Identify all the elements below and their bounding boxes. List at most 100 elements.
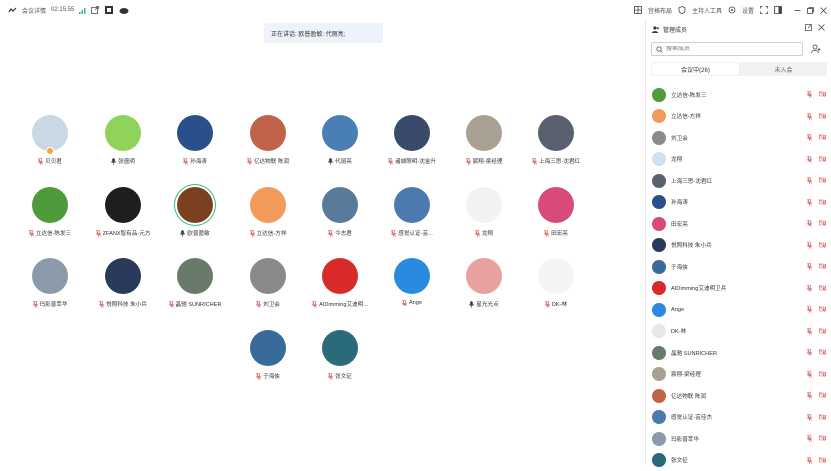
meeting-info-icon[interactable] — [8, 7, 17, 14]
minimize-icon[interactable] — [794, 7, 801, 14]
participant-tile[interactable]: 感觉认证-芸... — [373, 187, 451, 237]
member-list-item[interactable]: 亿达物联 陈润 — [646, 385, 831, 407]
camera-off-icon[interactable] — [819, 349, 826, 357]
mic-muted-icon[interactable] — [807, 349, 812, 358]
close-panel-icon[interactable] — [818, 24, 825, 31]
mic-muted-icon[interactable] — [807, 328, 812, 337]
participant-tile[interactable]: 于海侠 — [229, 330, 307, 380]
member-list-item[interactable]: 玛影普萃华 — [646, 428, 831, 450]
participant-tile[interactable]: 宸翔-梁经理 — [445, 115, 523, 165]
host-tools-dropdown[interactable]: 主持人工具 — [692, 6, 722, 15]
member-list-item[interactable]: 感觉认证-芸佳杰 — [646, 407, 831, 429]
mic-muted-icon[interactable] — [807, 263, 812, 272]
mic-muted-icon[interactable] — [807, 306, 812, 315]
participant-tile[interactable]: Ange — [373, 258, 451, 306]
mic-muted-icon[interactable] — [807, 371, 812, 380]
layout-dropdown[interactable]: 宫格布局 — [648, 6, 672, 15]
camera-off-icon[interactable] — [819, 392, 826, 400]
camera-off-icon[interactable] — [819, 177, 826, 185]
camera-off-icon[interactable] — [819, 414, 826, 422]
participant-tile[interactable]: 田宏亮 — [517, 187, 595, 237]
camera-off-icon[interactable] — [819, 263, 826, 271]
participant-tile[interactable]: 诸城照明-沈金升 — [373, 115, 451, 165]
participant-tile[interactable]: 欧普盈敏 — [156, 187, 234, 237]
member-list-item[interactable]: Ange — [646, 299, 831, 321]
mic-muted-icon[interactable] — [807, 177, 812, 186]
member-list-item[interactable]: 悦照科技 朱小兵 — [646, 235, 831, 257]
participant-tile[interactable]: 立达信-方祥 — [229, 187, 307, 237]
mic-muted-icon[interactable] — [807, 113, 812, 122]
camera-off-icon[interactable] — [819, 457, 826, 465]
camera-off-icon[interactable] — [819, 371, 826, 379]
mic-muted-icon[interactable] — [807, 392, 812, 401]
mic-muted-icon[interactable] — [807, 414, 812, 423]
participant-tile[interactable]: 亿达物联 陈润 — [229, 115, 307, 165]
settings-link[interactable]: 设置 — [742, 6, 754, 15]
mic-muted-icon[interactable] — [807, 91, 812, 100]
member-list-item[interactable]: DK-林 — [646, 321, 831, 343]
participant-tile[interactable]: 今志君 — [301, 187, 379, 237]
mic-muted-icon[interactable] — [807, 199, 812, 208]
camera-off-icon[interactable] — [819, 113, 826, 121]
fullscreen-icon[interactable] — [760, 6, 768, 14]
mic-muted-icon[interactable] — [807, 156, 812, 165]
member-list-item[interactable]: 孙海涛 — [646, 192, 831, 214]
participant-tile[interactable]: 张盛明 — [84, 115, 162, 165]
tab-in-meeting[interactable]: 会议中(26) — [652, 63, 739, 75]
participant-tile[interactable]: 代丽亮 — [301, 115, 379, 165]
member-list-item[interactable]: AIDimming艾迪明卫兵 — [646, 278, 831, 300]
share-icon[interactable] — [91, 6, 99, 14]
meeting-details-link[interactable]: 会议详情 — [22, 6, 46, 15]
member-list-item[interactable]: 张文征 — [646, 450, 831, 471]
close-icon[interactable] — [820, 7, 827, 14]
member-list-item[interactable]: 田宏亮 — [646, 213, 831, 235]
shield-icon[interactable] — [678, 6, 686, 14]
member-list-item[interactable]: 龙翔 — [646, 149, 831, 171]
gear-icon[interactable] — [728, 6, 736, 14]
member-list-item[interactable]: 立达信-陈发三 — [646, 84, 831, 106]
mic-muted-icon[interactable] — [807, 285, 812, 294]
camera-off-icon[interactable] — [819, 285, 826, 293]
tab-not-joined[interactable]: 未入会 — [740, 62, 827, 76]
member-search-box[interactable] — [651, 42, 803, 56]
mic-muted-icon[interactable] — [807, 134, 812, 143]
participant-tile[interactable]: 龙翔 — [445, 187, 523, 237]
panel-toggle-icon[interactable] — [774, 6, 782, 14]
participant-tile[interactable]: 玛影普萃华 — [11, 258, 89, 308]
participant-tile[interactable]: 悦照科技 朱小兵 — [84, 258, 162, 308]
member-list-item[interactable]: 宸翔-梁经理 — [646, 364, 831, 386]
mic-muted-icon[interactable] — [807, 435, 812, 444]
participant-tile[interactable]: 孙海涛 — [156, 115, 234, 165]
restore-icon[interactable] — [807, 7, 814, 14]
participant-tile[interactable]: 上海三思-沈君红 — [517, 115, 595, 165]
member-list-item[interactable]: 上海三思-沈君红 — [646, 170, 831, 192]
participant-tile[interactable]: ZFANX智有品-元方 — [84, 187, 162, 237]
camera-off-icon[interactable] — [819, 199, 826, 207]
camera-off-icon[interactable] — [819, 435, 826, 443]
camera-off-icon[interactable] — [819, 134, 826, 142]
participant-tile[interactable]: 立达信-陈发三 — [11, 187, 89, 237]
mic-muted-icon[interactable] — [807, 220, 812, 229]
grid-layout-icon[interactable] — [634, 6, 642, 14]
participant-tile[interactable]: DK-林 — [517, 258, 595, 308]
camera-off-icon[interactable] — [819, 306, 826, 314]
popout-icon[interactable] — [805, 24, 812, 31]
mic-muted-icon[interactable] — [807, 242, 812, 251]
participant-tile[interactable]: 张文征 — [301, 330, 379, 380]
invite-member-icon[interactable] — [810, 43, 822, 55]
member-search-input[interactable] — [666, 46, 796, 52]
participant-tile[interactable]: 贝贝君 — [11, 115, 89, 165]
camera-off-icon[interactable] — [819, 242, 826, 250]
member-list-item[interactable]: 于海侠 — [646, 256, 831, 278]
member-list-item[interactable]: 立达信-方祥 — [646, 106, 831, 128]
member-list-item[interactable]: 刘卫会 — [646, 127, 831, 149]
camera-off-icon[interactable] — [819, 91, 826, 99]
camera-off-icon[interactable] — [819, 220, 826, 228]
participant-tile[interactable]: AIDimming艾迪明... — [301, 258, 379, 308]
participant-tile[interactable]: 星光光点 — [445, 258, 523, 308]
mic-muted-icon[interactable] — [807, 457, 812, 466]
member-list-item[interactable]: 晶驰 SUNRICHER — [646, 342, 831, 364]
participant-tile[interactable]: 晶驰 SUNRICHER — [156, 258, 234, 308]
camera-off-icon[interactable] — [819, 328, 826, 336]
participant-tile[interactable]: 刘卫会 — [229, 258, 307, 308]
